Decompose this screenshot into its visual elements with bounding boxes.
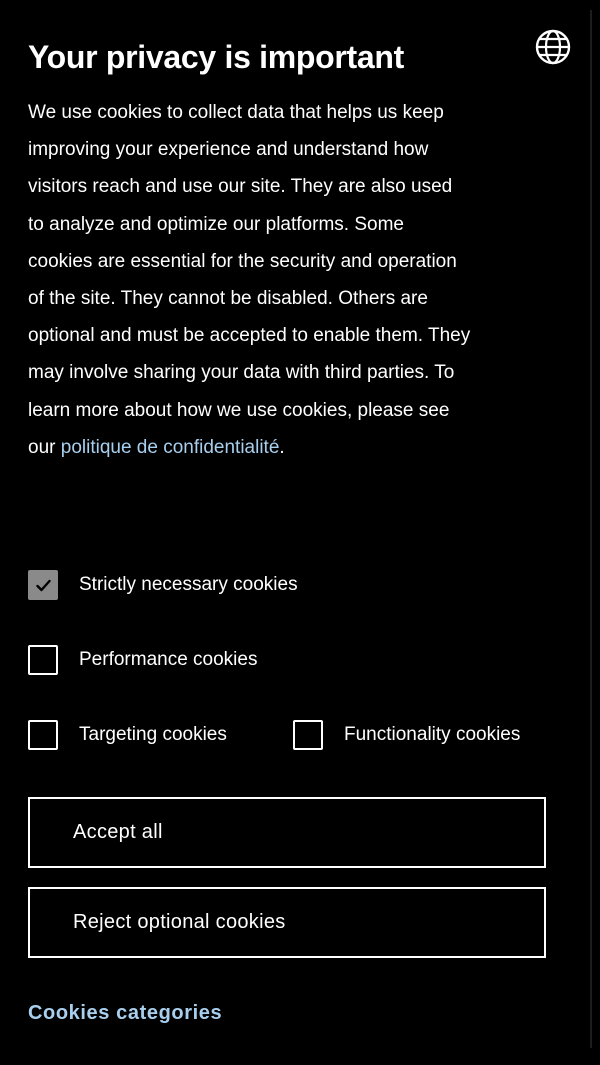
performance-option[interactable]: Performance cookies xyxy=(28,643,257,677)
scrollbar[interactable] xyxy=(590,10,592,1048)
targeting-label[interactable]: Targeting cookies xyxy=(79,724,227,746)
banner-description: We use cookies to collect data that help… xyxy=(28,94,473,466)
cookie-consent-panel: Your privacy is important We use cookies… xyxy=(0,0,600,1065)
strictly-necessary-option: Strictly necessary cookies xyxy=(28,568,298,602)
reject-optional-button[interactable]: Reject optional cookies xyxy=(28,887,546,958)
functionality-option[interactable]: Functionality cookies xyxy=(293,718,520,752)
performance-label[interactable]: Performance cookies xyxy=(79,649,257,671)
globe-icon xyxy=(535,29,571,65)
strictly-necessary-checkbox[interactable] xyxy=(28,570,58,600)
performance-checkbox[interactable] xyxy=(28,645,58,675)
targeting-option[interactable]: Targeting cookies xyxy=(28,718,227,752)
targeting-checkbox[interactable] xyxy=(28,720,58,750)
functionality-label[interactable]: Functionality cookies xyxy=(344,724,520,746)
banner-title: Your privacy is important xyxy=(28,39,405,75)
functionality-checkbox[interactable] xyxy=(293,720,323,750)
privacy-policy-link[interactable]: politique de confidentialité xyxy=(61,437,280,458)
description-text: We use cookies to collect data that help… xyxy=(28,102,471,458)
strictly-necessary-label: Strictly necessary cookies xyxy=(79,574,298,595)
accept-all-button[interactable]: Accept all xyxy=(28,797,546,868)
language-button[interactable] xyxy=(534,28,572,66)
description-end: . xyxy=(279,436,285,458)
cookies-categories-link[interactable]: Cookies categories xyxy=(28,1002,222,1025)
checkmark-icon xyxy=(36,579,51,592)
